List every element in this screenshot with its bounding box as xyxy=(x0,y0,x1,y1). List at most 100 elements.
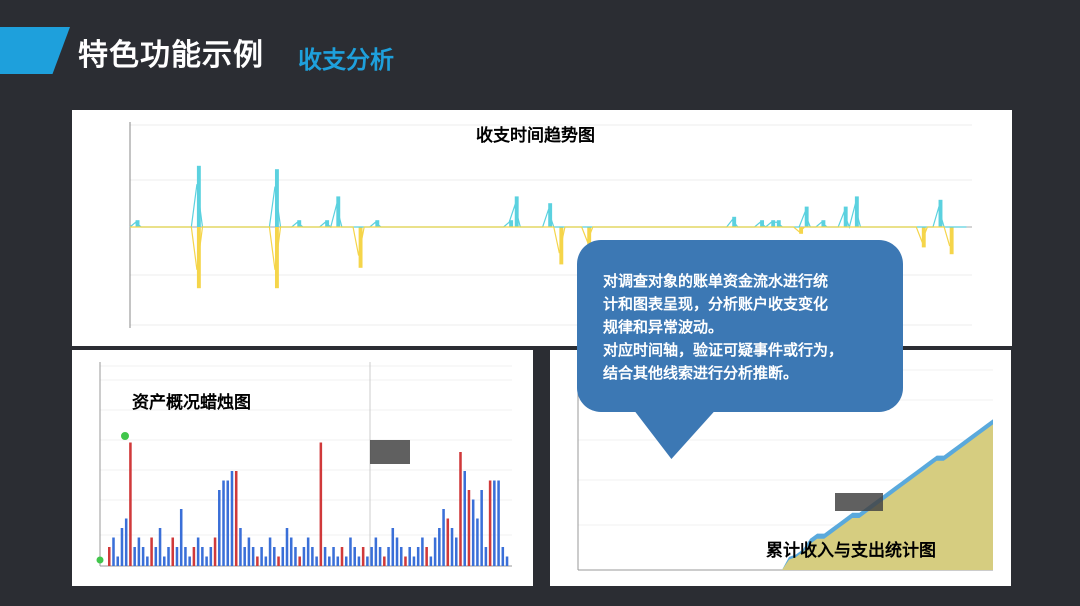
candle xyxy=(344,556,348,566)
candle xyxy=(378,547,382,566)
callout-line: 对应时间轴，验证可疑事件或行为， xyxy=(603,341,844,359)
candle xyxy=(256,556,259,566)
candle xyxy=(416,547,420,566)
candle xyxy=(158,528,162,566)
income-bar xyxy=(771,220,776,227)
candle xyxy=(251,547,255,566)
candle xyxy=(366,556,369,566)
candle xyxy=(446,518,450,566)
candle xyxy=(281,547,285,566)
candle xyxy=(488,480,492,566)
candle xyxy=(340,547,344,566)
candle xyxy=(184,547,187,566)
candle xyxy=(408,547,411,566)
candle xyxy=(234,471,238,566)
candle xyxy=(175,547,179,566)
callout-line: 对调查对象的账单资金流水进行统 xyxy=(603,272,829,290)
candle xyxy=(188,556,191,566)
candle xyxy=(425,547,428,566)
candle xyxy=(112,537,115,566)
candle xyxy=(454,537,458,566)
candle xyxy=(306,537,310,566)
candle xyxy=(273,547,276,566)
candle xyxy=(108,547,111,566)
candle xyxy=(493,480,496,566)
candle xyxy=(302,547,306,566)
candle xyxy=(209,547,213,566)
candle xyxy=(218,490,221,566)
candle xyxy=(124,518,128,566)
candle xyxy=(179,509,183,566)
candle xyxy=(129,442,132,566)
page-title: 特色功能示例 xyxy=(78,38,264,73)
cumulative-chart-title: 累计收入与支出统计图 xyxy=(766,541,936,561)
candle xyxy=(387,547,390,566)
candle xyxy=(141,547,145,566)
candle xyxy=(505,556,509,566)
candle xyxy=(226,480,230,566)
candle xyxy=(133,547,136,566)
callout-line: 计和图表呈现，分析账户收支变化 xyxy=(603,295,829,313)
candle xyxy=(315,556,318,566)
candle xyxy=(349,537,352,566)
candle xyxy=(370,547,373,566)
candle xyxy=(450,528,454,566)
candle xyxy=(268,537,272,566)
candle xyxy=(501,547,505,566)
candle xyxy=(404,556,407,566)
candle xyxy=(412,556,416,566)
candle xyxy=(421,537,424,566)
callout-line: 结合其他线索进行分析推断。 xyxy=(603,364,799,382)
candle xyxy=(383,556,386,566)
candle xyxy=(294,547,297,566)
candle xyxy=(374,537,378,566)
candle xyxy=(230,471,234,566)
candle xyxy=(429,556,433,566)
candle xyxy=(480,490,483,566)
page-subtitle: 收支分析 xyxy=(298,46,394,74)
callout-line: 规律和异常波动。 xyxy=(603,318,724,336)
candle xyxy=(497,480,500,566)
candle xyxy=(361,547,365,566)
candle xyxy=(476,518,479,566)
candle xyxy=(289,537,293,566)
candle xyxy=(484,547,488,566)
candle xyxy=(328,556,331,566)
candle xyxy=(459,452,462,566)
candle xyxy=(399,547,403,566)
candle xyxy=(213,537,217,566)
candle xyxy=(395,537,399,566)
candle xyxy=(336,556,340,566)
candle xyxy=(353,547,356,566)
candle xyxy=(137,537,141,566)
candle xyxy=(357,556,361,566)
candle xyxy=(264,556,268,566)
marker xyxy=(96,556,104,564)
candle xyxy=(146,556,149,566)
candle xyxy=(120,528,124,566)
callout-bubble: 对调查对象的账单资金流水进行统 计和图表呈现，分析账户收支变化 规律和异常波动。… xyxy=(577,240,903,412)
candle xyxy=(277,556,280,566)
tooltip xyxy=(835,493,883,511)
marker xyxy=(121,432,129,440)
candle xyxy=(247,537,251,566)
expense-bar xyxy=(949,227,954,255)
candle xyxy=(260,547,263,566)
candle xyxy=(163,556,166,566)
candle xyxy=(319,442,323,566)
candle xyxy=(323,547,327,566)
candle xyxy=(205,556,208,566)
candlestick-chart-panel: 资产概况蜡烛图 xyxy=(72,350,533,586)
candle xyxy=(192,547,196,566)
candle xyxy=(471,499,475,566)
candle xyxy=(239,528,242,566)
candle xyxy=(467,490,471,566)
tooltip xyxy=(370,440,410,464)
candle xyxy=(243,547,246,566)
candle xyxy=(154,547,158,566)
candle xyxy=(116,556,120,566)
candle xyxy=(171,537,175,566)
candle xyxy=(285,528,289,566)
candle xyxy=(438,528,441,566)
candlestick-chart xyxy=(96,362,512,567)
